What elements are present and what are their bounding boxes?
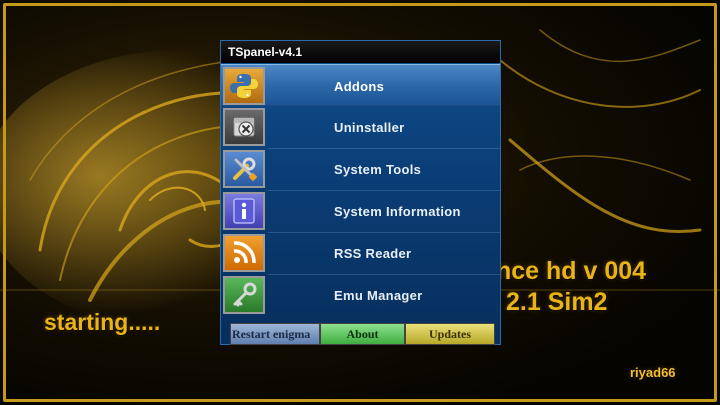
menu-item-label: RSS Reader [334,246,412,261]
skin-name-line2: 2.1 Sim2 [506,288,608,316]
restart-enigma-button[interactable]: Restart enigma [230,323,320,345]
window-title: TSpanel-v4.1 [221,41,500,63]
skin-author: riyad66 [630,365,676,380]
menu-item-system-information[interactable]: System Information [221,190,500,232]
python-icon [223,67,265,105]
menu-item-label: System Information [334,204,461,219]
menu-item-label: Uninstaller [334,120,405,135]
package-remove-icon [223,108,265,146]
menu-item-emu-manager[interactable]: Emu Manager [221,274,500,316]
tv-screen: starting..... nce hd v 004 2.1 Sim2 riya… [0,0,720,405]
menu-item-label: Emu Manager [334,288,423,303]
updates-button[interactable]: Updates [405,323,495,345]
menu-item-label: System Tools [334,162,422,177]
info-icon [223,192,265,230]
menu-item-label: Addons [334,79,385,94]
about-button[interactable]: About [320,323,405,345]
menu-item-system-tools[interactable]: System Tools [221,148,500,190]
menu-item-uninstaller[interactable]: Uninstaller [221,106,500,148]
skin-name-line1: nce hd v 004 [496,257,647,285]
tools-icon [223,150,265,188]
starting-status: starting..... [44,309,161,335]
tspanel-window: TSpanel-v4.1 Addons Uninstaller System T… [220,40,501,345]
key-icon [223,276,265,314]
menu-item-rss-reader[interactable]: RSS Reader [221,232,500,274]
menu-item-addons[interactable]: Addons [221,64,500,106]
rss-icon [223,234,265,272]
